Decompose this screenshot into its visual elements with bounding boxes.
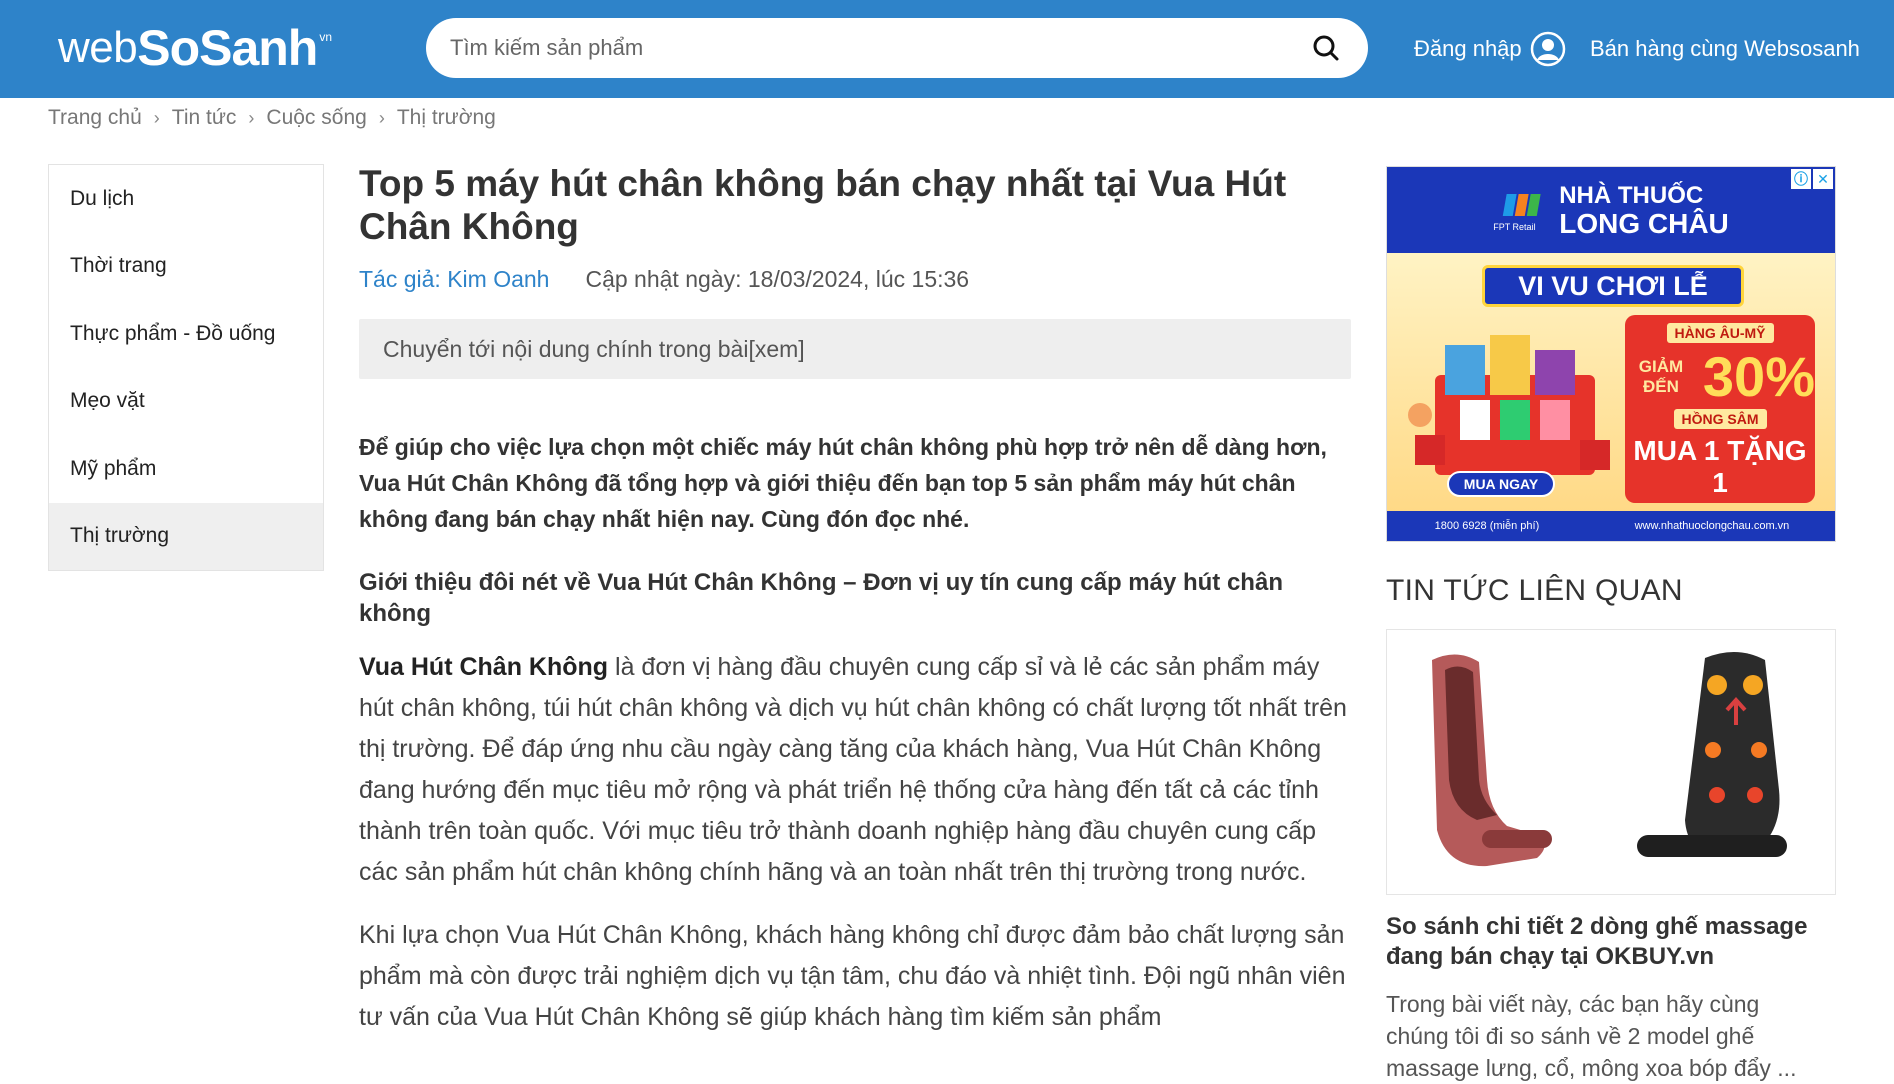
ad-promo-percent: 30% [1702, 345, 1815, 408]
sell-with-websosanh-link[interactable]: Bán hàng cùng Websosanh [1590, 28, 1860, 70]
search-icon [1313, 35, 1339, 61]
ad-promo-tag1: HÀNG ÂU-MỸ [1666, 323, 1774, 343]
ad-buy-now-button[interactable]: MUA NGAY [1447, 471, 1555, 497]
article-paragraph: Vua Hút Chân Không là đơn vị hàng đầu ch… [359, 647, 1351, 893]
sidebar-item-travel[interactable]: Du lịch [49, 165, 323, 233]
massage-chair-image [1432, 651, 1787, 867]
ad-brand-line2: LONG CHÂU [1559, 208, 1729, 239]
sell-label: Bán hàng cùng Websosanh [1590, 36, 1860, 61]
table-of-contents-toggle[interactable]: Chuyển tới nội dung chính trong bài[xem] [359, 319, 1351, 379]
ad-website: www.nhathuoclongchau.com.vn [1634, 520, 1790, 532]
updated-date: Cập nhật ngày: 18/03/2024, lúc 15:36 [585, 266, 970, 292]
related-article-title[interactable]: So sánh chi tiết 2 dòng ghế massage đang… [1386, 912, 1836, 972]
ad-headline: VI VU CHƠI LỄ [1482, 265, 1744, 307]
sidebar-item-fashion[interactable]: Thời trang [49, 233, 323, 301]
info-icon[interactable]: ⓘ [1791, 169, 1811, 189]
sidebar-item-tips[interactable]: Mẹo vặt [49, 368, 323, 436]
chevron-right-icon: › [248, 107, 255, 128]
ad-footer: 1800 6928 (miễn phí) www.nhathuoclongcha… [1387, 511, 1835, 541]
close-icon[interactable]: ✕ [1813, 169, 1833, 189]
paragraph-text: là đơn vị hàng đầu chuyên cung cấp sỉ và… [359, 653, 1347, 886]
ad-brand-text: NHÀ THUỐC LONG CHÂU [1559, 182, 1729, 238]
breadcrumb-home[interactable]: Trang chủ [48, 106, 142, 130]
ad-brand-bar: FPT Retail NHÀ THUỐC LONG CHÂU [1387, 167, 1835, 253]
sidebar-item-market[interactable]: Thị trường [49, 502, 323, 570]
advertisement-banner[interactable]: FPT Retail NHÀ THUỐC LONG CHÂU VI VU CHƠ… [1386, 166, 1836, 542]
breadcrumb: Trang chủ › Tin tức › Cuộc sống › Thị tr… [48, 106, 496, 130]
article-title: Top 5 máy hút chân không bán chạy nhất t… [359, 163, 1287, 247]
chevron-right-icon: › [153, 107, 160, 128]
login-label: Đăng nhập [1414, 36, 1522, 61]
related-article-thumbnail[interactable] [1386, 629, 1836, 895]
search-button[interactable] [1308, 30, 1344, 66]
article-intro: Để giúp cho việc lựa chọn một chiếc máy … [359, 434, 1327, 532]
ad-promo-giam: GIẢM ĐẾN [1638, 357, 1684, 396]
article-paragraph: Khi lựa chọn Vua Hút Chân Không, khách h… [359, 921, 1346, 1031]
ad-choices: ⓘ ✕ [1791, 169, 1833, 189]
breadcrumb-market[interactable]: Thị trường [397, 106, 496, 130]
brand-name-bold: Vua Hút Chân Không [359, 653, 609, 681]
ad-body: VI VU CHƠI LỄ HÀNG ÂU-MỸ GIẢM ĐẾN 30% HỒ… [1387, 253, 1835, 513]
ad-phone: 1800 6928 (miễn phí) [1434, 520, 1540, 532]
ad-promo-gift: MUA 1 TẶNG 1 [1633, 435, 1807, 498]
search-bar [426, 18, 1368, 78]
ad-promo-box: HÀNG ÂU-MỸ GIẢM ĐẾN 30% HỒNG SÂM MUA 1 T… [1625, 315, 1815, 503]
fpt-logo-icon: FPT Retail [1493, 192, 1549, 232]
breadcrumb-news[interactable]: Tin tức [172, 106, 237, 130]
ad-promo-tag2: HỒNG SÂM [1673, 409, 1767, 429]
breadcrumb-life[interactable]: Cuộc sống [266, 106, 366, 130]
ad-brand-line1: NHÀ THUỐC [1559, 182, 1704, 209]
related-news-title: TIN TỨC LIÊN QUAN [1386, 574, 1683, 607]
related-article-excerpt: Trong bài viết này, các bạn hãy cùng chú… [1386, 991, 1797, 1081]
ad-brand-sub: FPT Retail [1493, 222, 1536, 232]
author-link[interactable]: Tác giả: Kim Oanh [359, 266, 549, 293]
section-heading: Giới thiệu đôi nét về Vua Hút Chân Không… [359, 569, 1283, 627]
sidebar-item-cosmetics[interactable]: Mỹ phẩm [49, 435, 323, 503]
websosanh-logo[interactable]: web SoSanh vn [58, 18, 332, 78]
article-meta: Tác giả: Kim Oanh Cập nhật ngày: 18/03/2… [359, 266, 1351, 293]
site-header: webSoSanhvn Đăng nhập Bán hàng cùng Webs… [0, 0, 1894, 98]
logo-sosanh: SoSanh [137, 20, 318, 76]
gift-boxes-illustration [1408, 335, 1610, 475]
logo-vn: vn [319, 30, 333, 44]
ad-promo-discount: GIẢM ĐẾN 30% [1625, 349, 1815, 405]
article: Top 5 máy hút chân không bán chạy nhất t… [359, 162, 1351, 1038]
chevron-right-icon: › [378, 107, 385, 128]
category-sidebar: Du lịch Thời trang Thực phẩm - Đồ uống M… [48, 164, 324, 571]
search-input[interactable] [450, 35, 1308, 61]
login-button[interactable]: Đăng nhập [1414, 28, 1566, 70]
logo-web: web [58, 23, 138, 72]
sidebar-item-food-drink[interactable]: Thực phẩm - Đồ uống [49, 300, 323, 368]
user-icon [1530, 31, 1565, 67]
